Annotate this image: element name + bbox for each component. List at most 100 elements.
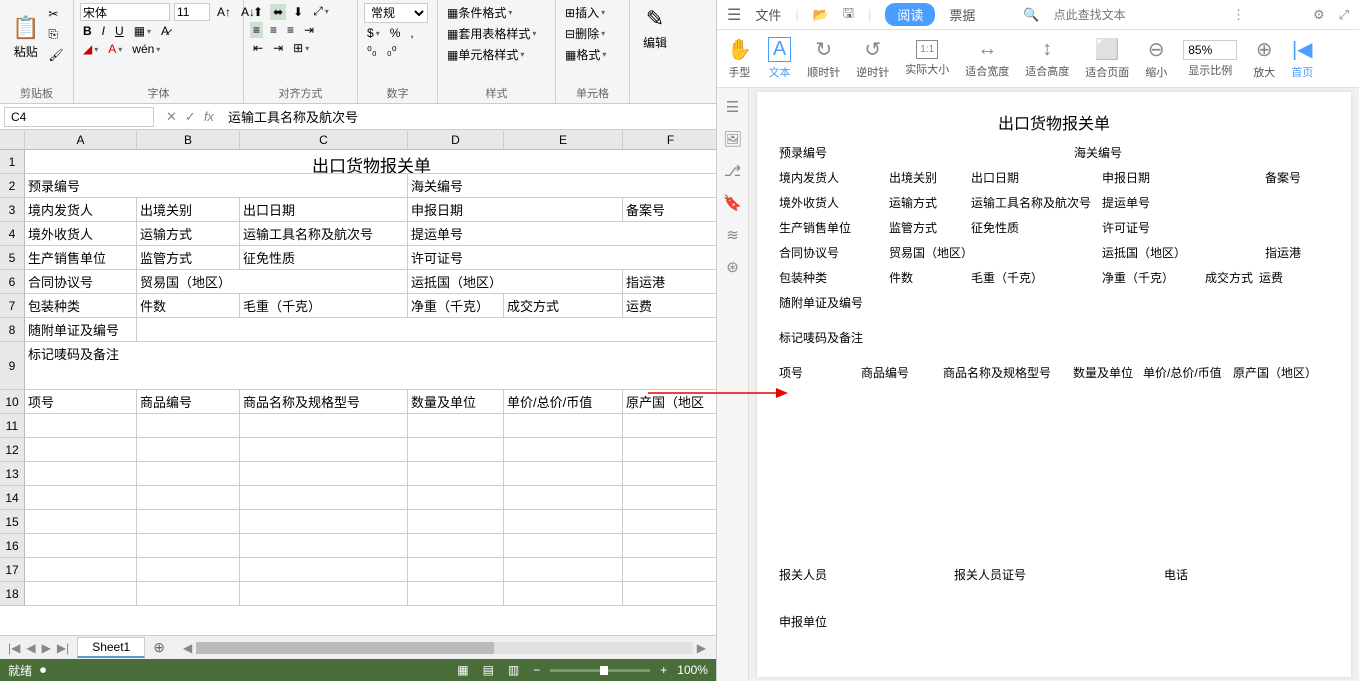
grid-cell[interactable]: 申报日期 [408,198,623,222]
more-icon[interactable]: ⋮ [1232,7,1245,23]
increase-indent-button[interactable]: ⇥ [270,40,286,56]
grid-cell[interactable]: 提运单号 [408,222,716,246]
grid-cell[interactable]: 毛重（千克） [240,294,408,318]
grid-cell[interactable] [137,318,716,342]
grid-cell[interactable]: 包装种类 [25,294,137,318]
grid-cell[interactable] [623,534,716,558]
pdf-page[interactable]: 出口货物报关单 预录编号海关编号 境内发货人出境关别出口日期申报日期备案号 境外… [757,92,1351,677]
next-sheet-button[interactable]: ▶ [40,641,53,655]
grid-cell[interactable] [240,534,408,558]
row-header[interactable]: 1 [0,150,25,174]
grid-cell[interactable]: 出口货物报关单 [25,150,716,174]
grid-cell[interactable] [623,558,716,582]
page-break-view-button[interactable]: ▥ [504,663,523,677]
grid-cell[interactable]: 数量及单位 [408,390,504,414]
grid-cell[interactable] [240,582,408,606]
layers-icon[interactable]: ≋ [726,226,739,244]
paste-button[interactable]: 📋 粘贴 [6,2,45,72]
grid-cell[interactable] [623,582,716,606]
grid-cell[interactable] [504,582,623,606]
grid-cell[interactable] [504,534,623,558]
zoom-in-button[interactable]: + [656,663,671,677]
grid-cell[interactable]: 指运港 [623,270,716,294]
cancel-formula-button[interactable]: ✕ [166,109,177,125]
spreadsheet-grid[interactable]: ABCDEF 123456789101112131415161718 出口货物报… [0,130,716,635]
grid-cell[interactable] [137,558,240,582]
grid-cell[interactable] [240,558,408,582]
grid-cell[interactable] [25,534,137,558]
insert-button[interactable]: ⊞ 插入▾ [562,3,608,22]
percent-button[interactable]: % [387,25,404,41]
file-menu[interactable]: 文件 [755,5,781,24]
grid-cell[interactable] [137,438,240,462]
grid-cell[interactable]: 运输方式 [137,222,240,246]
row-header[interactable]: 13 [0,462,25,486]
cell-style-button[interactable]: ▦ 单元格样式▾ [444,45,527,64]
thumbnail-icon[interactable]: 🖼 [723,130,742,148]
data-tab[interactable]: 票据 [949,5,975,24]
font-color-button[interactable]: A▾ [105,41,125,57]
grid-cell[interactable] [240,414,408,438]
grid-cell[interactable] [137,510,240,534]
fit-width-tool[interactable]: ↔适合宽度 [965,38,1009,79]
grid-cell[interactable]: 商品名称及规格型号 [240,390,408,414]
insert-function-button[interactable]: fx [204,109,214,125]
row-header[interactable]: 7 [0,294,25,318]
column-header[interactable]: B [137,130,240,150]
last-sheet-button[interactable]: ▶| [55,641,71,655]
grid-cell[interactable] [25,510,137,534]
actual-size-tool[interactable]: 1:1实际大小 [905,40,949,77]
grid-cell[interactable]: 征免性质 [240,246,408,270]
grid-cell[interactable] [408,510,504,534]
merge-button[interactable]: ⊞▾ [290,40,312,56]
grid-cell[interactable]: 原产国（地区 [623,390,716,414]
clear-format-button[interactable]: A̷ [158,23,172,39]
grid-cell[interactable] [408,582,504,606]
align-top-button[interactable]: ⬆ [250,4,266,20]
delete-button[interactable]: ⊟ 删除▾ [562,24,608,43]
table-style-button[interactable]: ▦ 套用表格样式▾ [444,24,539,43]
row-header[interactable]: 18 [0,582,25,606]
grid-cell[interactable] [504,558,623,582]
font-size-select[interactable] [174,3,210,21]
add-sheet-button[interactable]: ⊕ [145,639,173,656]
rotate-ccw-tool[interactable]: ↺逆时针 [856,37,889,80]
grid-cell[interactable]: 出境关别 [137,198,240,222]
open-icon[interactable]: 📂 [813,7,829,23]
row-header[interactable]: 6 [0,270,25,294]
format-button[interactable]: ▦ 格式▾ [562,45,609,64]
grid-cell[interactable]: 许可证号 [408,246,716,270]
grid-cell[interactable]: 合同协议号 [25,270,137,294]
zoom-out-button[interactable]: − [529,663,544,677]
align-right-button[interactable]: ≡ [284,22,297,38]
increase-decimal-button[interactable]: ⁰₀ [364,43,380,59]
bookmark-icon[interactable]: 🔖 [723,194,742,212]
grid-cell[interactable] [504,510,623,534]
zoom-input[interactable] [1183,40,1237,60]
fill-color-button[interactable]: ◢▾ [80,41,101,57]
row-header[interactable]: 15 [0,510,25,534]
zoom-in-tool[interactable]: ⊕放大 [1253,37,1275,80]
row-header[interactable]: 17 [0,558,25,582]
wrap-text-button[interactable]: ⇥ [301,22,317,38]
search-input[interactable] [1054,8,1174,22]
fit-page-tool[interactable]: ⬜适合页面 [1085,37,1129,80]
grid-cell[interactable]: 标记唛码及备注 [25,342,716,390]
grid-cell[interactable]: 件数 [137,294,240,318]
grid-cell[interactable]: 随附单证及编号 [25,318,137,342]
edit-button[interactable]: ✎ 编辑 [636,2,674,55]
row-header[interactable]: 3 [0,198,25,222]
row-header[interactable]: 16 [0,534,25,558]
grid-cell[interactable] [137,486,240,510]
row-header[interactable]: 9 [0,342,25,390]
select-all-corner[interactable] [0,130,25,150]
border-button[interactable]: ▦▾ [131,23,154,39]
bold-button[interactable]: B [80,23,95,39]
decrease-decimal-button[interactable]: ₀⁰ [384,43,400,59]
zoom-slider[interactable] [550,669,650,672]
phonetic-button[interactable]: wén▾ [129,41,163,57]
grid-cell[interactable] [408,558,504,582]
grid-cell[interactable] [137,462,240,486]
grid-cell[interactable]: 境内发货人 [25,198,137,222]
grid-cell[interactable]: 境外收货人 [25,222,137,246]
